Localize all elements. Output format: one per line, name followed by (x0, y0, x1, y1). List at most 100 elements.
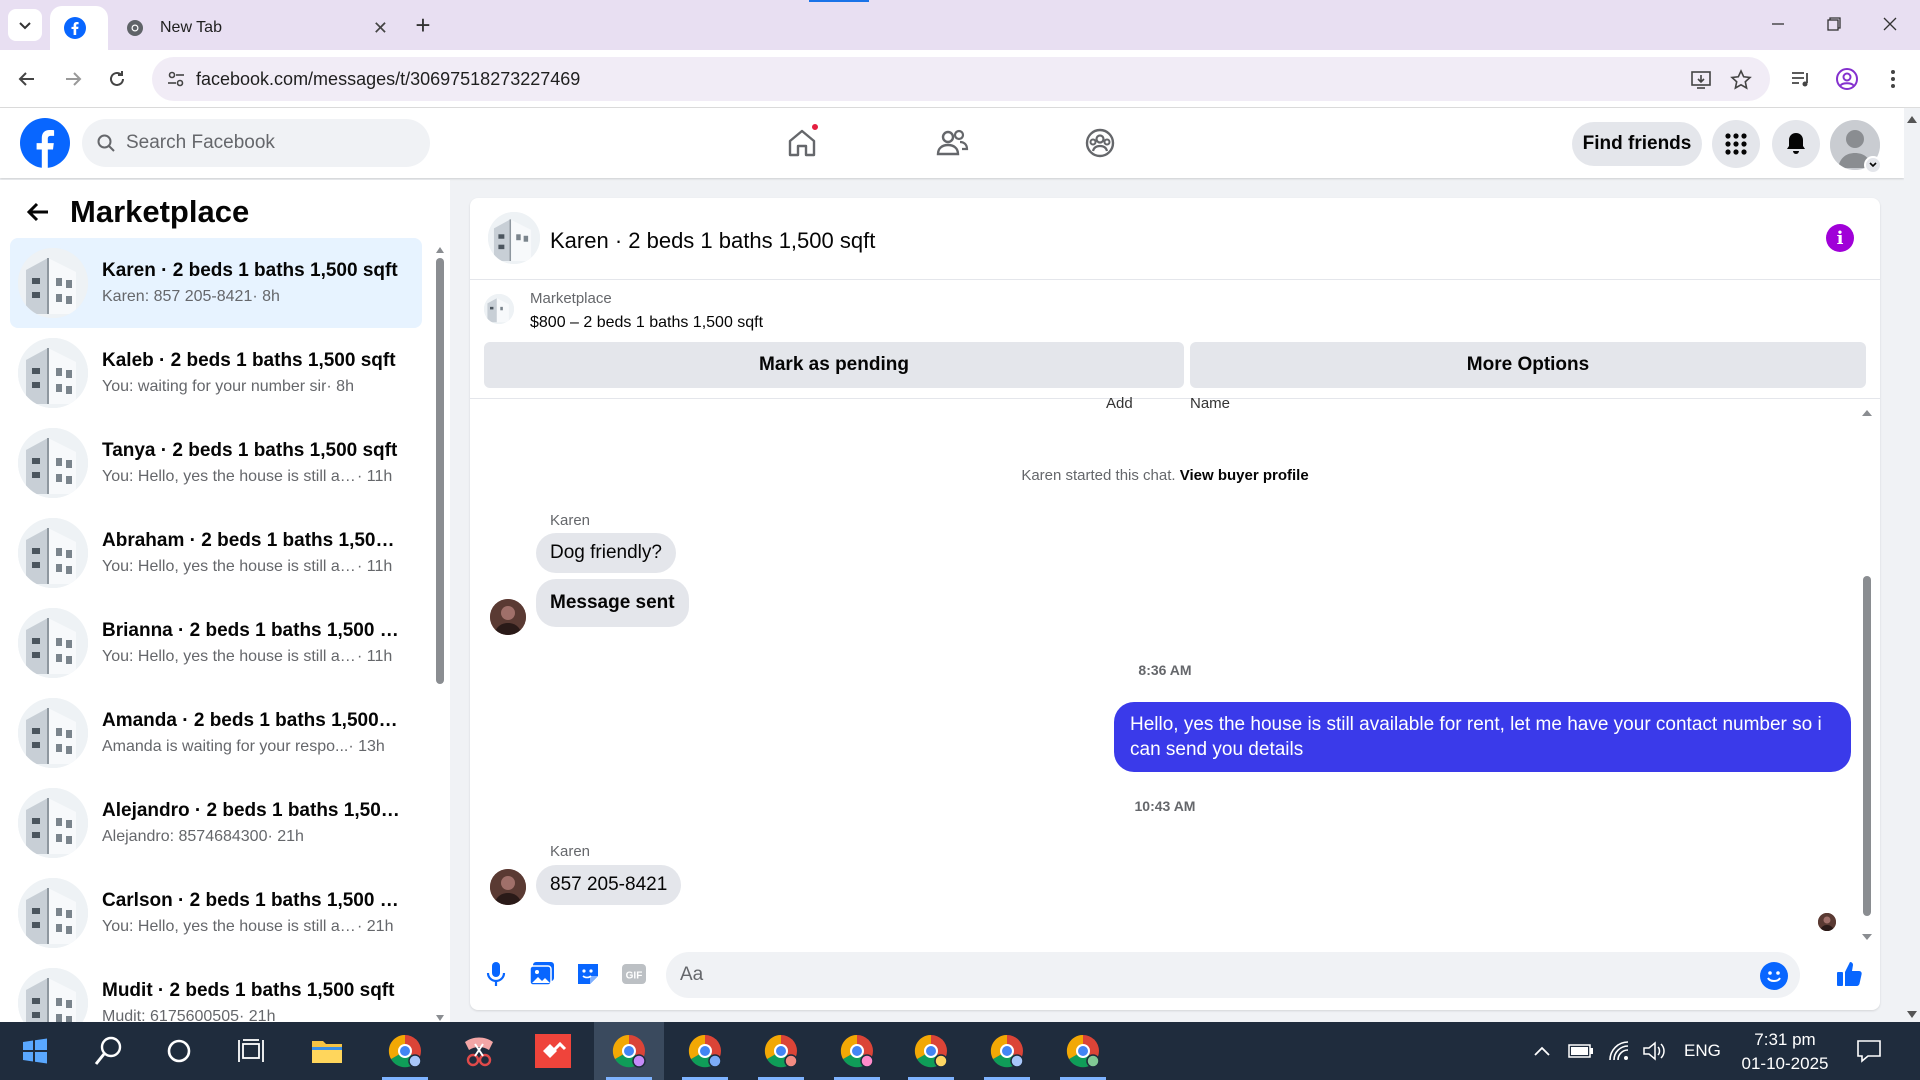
conversation-info-button[interactable]: i (1826, 224, 1854, 252)
install-app-button[interactable] (1688, 67, 1714, 93)
incoming-message[interactable]: 857 205-8421 (536, 865, 682, 905)
language-indicator[interactable]: ENG (1684, 1022, 1721, 1080)
speaker-icon (1643, 1041, 1665, 1061)
chat-item-abraham[interactable]: Abraham · 2 beds 1 baths 1,500 s... You:… (10, 508, 422, 598)
back-button[interactable] (10, 62, 44, 96)
taskbar-chrome-2[interactable] (594, 1022, 664, 1080)
scroll-down-arrow-icon[interactable] (435, 1014, 445, 1022)
new-tab-button[interactable]: + (408, 10, 438, 40)
gif-button[interactable]: GIF (618, 958, 650, 990)
tab-facebook[interactable] (50, 6, 108, 50)
outgoing-message[interactable]: Hello, yes the house is still available … (1114, 702, 1851, 772)
taskbar-chrome-4[interactable] (746, 1022, 816, 1080)
search-input[interactable] (126, 132, 406, 154)
taskbar-chrome-8[interactable] (1048, 1022, 1118, 1080)
facebook-search-box[interactable] (82, 119, 430, 167)
incoming-message[interactable]: Message sent (536, 579, 689, 627)
chat-item-brianna[interactable]: Brianna · 2 beds 1 baths 1,500 sqft You:… (10, 598, 422, 688)
account-caret[interactable] (1864, 156, 1882, 174)
taskbar-chrome-5[interactable] (822, 1022, 892, 1080)
scroll-down-arrow-icon[interactable] (1904, 1008, 1920, 1020)
taskbar-snipping-tool[interactable] (444, 1022, 514, 1080)
menu-button[interactable] (1712, 120, 1760, 168)
scroll-up-arrow-icon[interactable] (435, 246, 445, 254)
message-input-box[interactable] (666, 952, 1800, 998)
sender-avatar[interactable] (490, 599, 526, 635)
conversation-title[interactable]: Karen · 2 beds 1 baths 1,500 sqft (550, 228, 875, 254)
more-options-button[interactable]: More Options (1190, 342, 1866, 388)
facebook-logo[interactable] (20, 118, 70, 168)
profile-menu-button[interactable] (1834, 66, 1860, 92)
action-center-button[interactable] (1856, 1022, 1882, 1080)
tab-search-button[interactable] (8, 9, 42, 41)
find-friends-button[interactable]: Find friends (1572, 122, 1702, 166)
notifications-button[interactable] (1772, 120, 1820, 168)
chat-item-kaleb[interactable]: Kaleb · 2 beds 1 baths 1,500 sqft You: w… (10, 328, 422, 418)
sticker-button[interactable] (572, 958, 604, 990)
nav-home[interactable] (778, 120, 826, 166)
svg-text:GIF: GIF (626, 971, 643, 982)
restore-button[interactable] (1814, 8, 1854, 40)
address-bar[interactable]: facebook.com/messages/t/3069751827322746… (152, 57, 1770, 101)
conversation-avatar[interactable] (488, 212, 540, 264)
chat-started-notice: Karen started this chat. View buyer prof… (470, 467, 1860, 484)
clock-date: 01-10-2025 (1741, 1054, 1829, 1073)
volume-indicator[interactable] (1642, 1022, 1666, 1080)
scroll-up-arrow-icon[interactable] (1904, 114, 1920, 126)
scroll-thumb[interactable] (436, 258, 444, 684)
send-like-button[interactable] (1834, 958, 1866, 990)
emoji-button[interactable] (1760, 962, 1788, 990)
taskbar-chrome-3[interactable] (670, 1022, 740, 1080)
taskbar-chrome-1[interactable] (370, 1022, 440, 1080)
chat-item-alejandro[interactable]: Alejandro · 2 beds 1 baths 1,500 ... Ale… (10, 778, 422, 868)
thumbs-up-icon (1837, 962, 1862, 986)
scroll-up-arrow-icon[interactable] (1860, 408, 1874, 418)
cortana-button[interactable] (144, 1022, 214, 1080)
media-control-button[interactable] (1788, 66, 1814, 92)
back-to-chats-button[interactable] (20, 194, 56, 230)
incoming-message[interactable]: Dog friendly? (536, 533, 676, 573)
forward-button[interactable] (56, 62, 90, 96)
message-scrollbar[interactable] (1860, 408, 1874, 940)
chat-item-amanda[interactable]: Amanda · 2 beds 1 baths 1,500 s... Amand… (10, 688, 422, 778)
scroll-thumb[interactable] (1863, 576, 1871, 916)
chat-item-carlson[interactable]: Carlson · 2 beds 1 baths 1,500 sqft You:… (10, 868, 422, 958)
view-buyer-profile-link[interactable]: View buyer profile (1180, 467, 1309, 484)
marketplace-title: Marketplace (70, 194, 250, 229)
show-hidden-icons-button[interactable] (1532, 1022, 1552, 1080)
start-button[interactable] (0, 1022, 70, 1080)
task-view-button[interactable] (216, 1022, 286, 1080)
mark-as-pending-button[interactable]: Mark as pending (484, 342, 1184, 388)
chat-name: Abraham · 2 beds 1 baths 1,500 s... (102, 530, 402, 551)
minimize-button[interactable] (1758, 8, 1798, 40)
page-scrollbar[interactable] (1904, 108, 1920, 1022)
site-info-button[interactable] (162, 65, 190, 93)
chat-item-karen[interactable]: Karen · 2 beds 1 baths 1,500 sqft Karen:… (10, 238, 422, 328)
chat-item-mudit[interactable]: Mudit · 2 beds 1 baths 1,500 sqft Mudit:… (10, 958, 422, 1022)
taskbar-chrome-7[interactable] (972, 1022, 1042, 1080)
system-clock[interactable]: 7:31 pm 01-10-2025 (1730, 1028, 1840, 1076)
network-indicator[interactable] (1608, 1022, 1630, 1080)
nav-friends[interactable] (928, 120, 976, 166)
taskbar-anydesk[interactable] (518, 1022, 588, 1080)
url-text[interactable]: facebook.com/messages/t/3069751827322746… (196, 69, 580, 90)
attach-photo-button[interactable] (526, 958, 558, 990)
battery-indicator[interactable] (1568, 1022, 1594, 1080)
chat-preview: You: Hello, yes the house is still av... (102, 558, 357, 575)
close-tab-icon[interactable]: ✕ (373, 18, 388, 39)
nav-groups[interactable] (1076, 120, 1124, 166)
chat-item-tanya[interactable]: Tanya · 2 beds 1 baths 1,500 sqft You: H… (10, 418, 422, 508)
taskbar-chrome-6[interactable] (896, 1022, 966, 1080)
close-window-button[interactable] (1870, 8, 1910, 40)
message-input[interactable] (680, 952, 1740, 998)
chat-list-scrollbar[interactable] (434, 246, 445, 1021)
reload-button[interactable] (100, 62, 134, 96)
tab-new-tab[interactable]: New Tab ✕ (112, 6, 402, 50)
sender-avatar[interactable] (490, 869, 526, 905)
chrome-menu-button[interactable] (1880, 66, 1906, 92)
arrow-right-icon (66, 72, 82, 86)
bookmark-button[interactable] (1728, 67, 1754, 93)
voice-clip-button[interactable] (480, 958, 512, 990)
taskbar-search-button[interactable] (74, 1022, 144, 1080)
file-explorer-button[interactable] (292, 1022, 362, 1080)
